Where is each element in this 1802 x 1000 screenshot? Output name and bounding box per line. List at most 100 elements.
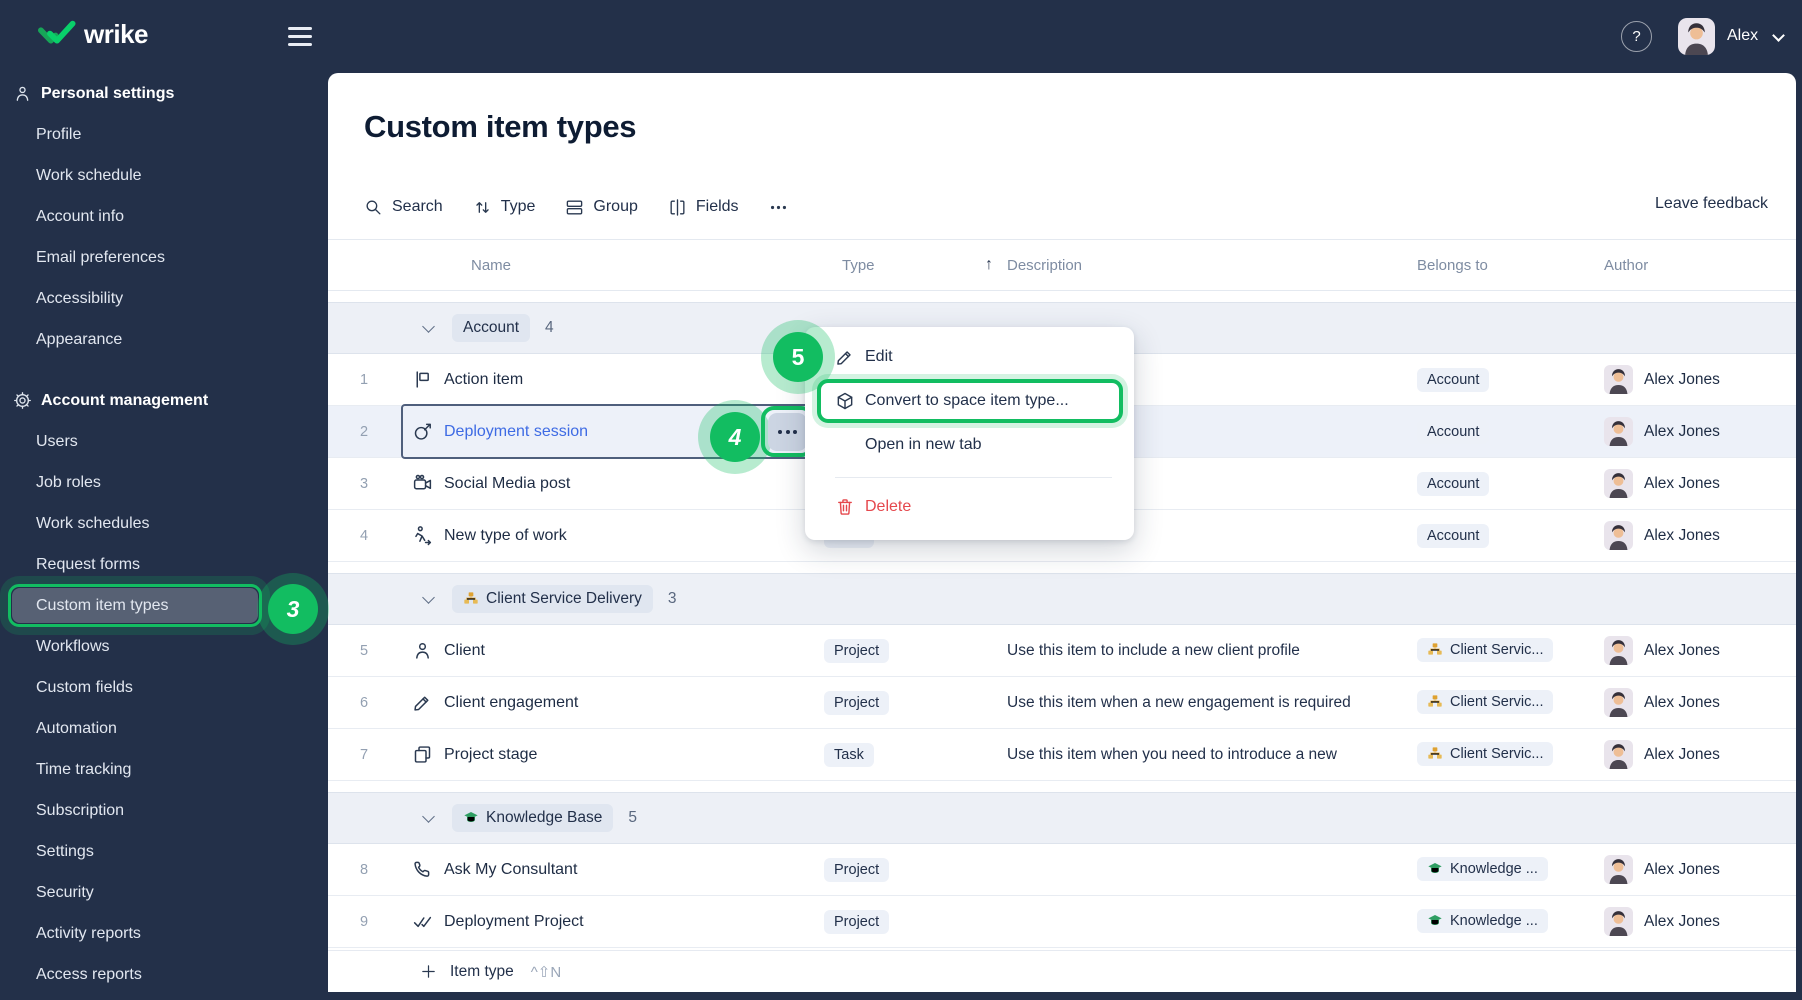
user-name[interactable]: Alex (1727, 27, 1758, 45)
badge-label: Knowledge ... (1450, 861, 1538, 877)
double-check-icon (412, 911, 433, 932)
help-icon[interactable]: ? (1621, 21, 1652, 52)
type-badge: Task (824, 742, 874, 767)
sidebar-item-users[interactable]: Users (0, 421, 328, 462)
sidebar-item-label: Account info (36, 207, 125, 225)
group-spacer (328, 562, 1796, 573)
belongs-to-badge: Knowledge ... (1417, 909, 1548, 933)
row-number: 3 (360, 475, 369, 492)
sidebar-item-label: Request forms (36, 555, 141, 573)
sidebar-item-label: Appearance (36, 330, 123, 348)
sidebar-item-automation[interactable]: Automation (0, 708, 328, 749)
sidebar-section-personal-settings[interactable]: Personal settings (0, 73, 328, 114)
table-row-client-engagement[interactable]: 6 Client engagement Project Use this item w… (328, 677, 1796, 729)
item-name[interactable]: Client (444, 642, 485, 660)
belongs-to-cell: Client Servic... (1417, 690, 1604, 715)
plus-icon (420, 963, 437, 980)
item-name[interactable]: Ask My Consultant (444, 861, 577, 879)
pencil-icon (412, 692, 433, 713)
column-header-belongs-to[interactable]: Belongs to (1417, 257, 1604, 274)
sidebar-item-appearance[interactable]: Appearance (0, 319, 328, 360)
menu-item-label: Open in new tab (865, 436, 982, 453)
menu-divider (835, 477, 1112, 478)
column-header-author[interactable]: Author (1604, 257, 1796, 274)
badge-label: Account (1427, 371, 1480, 388)
menu-item-delete[interactable]: Delete (805, 487, 1134, 527)
toolbar-label: Search (392, 198, 443, 215)
sidebar-section-label: Personal settings (41, 84, 175, 102)
group-label: Client Service Delivery (486, 590, 642, 607)
leave-feedback-link[interactable]: Leave feedback (1655, 195, 1768, 213)
toolbar-more-button[interactable] (769, 198, 788, 217)
sidebar-item-accessibility[interactable]: Accessibility (0, 278, 328, 319)
chevron-down-icon[interactable] (422, 590, 435, 604)
belongs-to-badge: Knowledge ... (1417, 857, 1548, 881)
sidebar-item-security[interactable]: Security (0, 872, 328, 913)
item-name[interactable]: New type of work (444, 527, 567, 545)
menu-item-open-in-new-tab[interactable]: Open in new tab (805, 425, 1134, 465)
sidebar-item-subscription[interactable]: Subscription (0, 790, 328, 831)
chevron-down-icon[interactable] (422, 809, 435, 823)
name-cell: Client (412, 640, 824, 661)
sidebar-item-custom-item-types[interactable]: 3 Custom item types (0, 573, 329, 645)
sidebar-item-label: Work schedules (36, 514, 150, 532)
item-name[interactable]: Deployment Project (444, 913, 584, 931)
hamburger-menu-icon[interactable] (288, 27, 312, 46)
sidebar-item-settings[interactable]: Settings (0, 831, 328, 872)
chevron-down-icon[interactable] (1772, 29, 1785, 42)
org-chart-icon (463, 591, 479, 607)
item-name[interactable]: Social Media post (444, 475, 570, 493)
add-item-type-row[interactable]: Item type ^⇧N (328, 950, 1796, 992)
sidebar-item-work-schedules[interactable]: Work schedules (0, 503, 328, 544)
group-row-knowledge-base[interactable]: Knowledge Base 5 (328, 792, 1796, 844)
toolbar-group-button[interactable]: Group (565, 198, 638, 217)
wrike-logo[interactable]: wrike (38, 19, 149, 50)
sidebar-section-account-management[interactable]: Account management (0, 380, 328, 421)
column-header-name[interactable]: Name (412, 257, 824, 274)
item-name[interactable]: Deployment session (444, 423, 588, 441)
item-name[interactable]: Project stage (444, 746, 537, 764)
table-row-project-stage[interactable]: 7 Project stage Task Use this item when you… (328, 729, 1796, 781)
group-count: 5 (628, 809, 637, 826)
sort-ascending-icon[interactable]: ↑ (985, 256, 993, 274)
chevron-down-icon[interactable] (422, 319, 435, 333)
author-cell: Alex Jones (1604, 417, 1796, 446)
user-avatar[interactable] (1678, 18, 1715, 55)
sidebar-item-time-tracking[interactable]: Time tracking (0, 749, 328, 790)
group-label: Account (463, 319, 520, 336)
author-name: Alex Jones (1644, 474, 1720, 492)
wrike-check-icon (38, 20, 76, 44)
item-name[interactable]: Action item (444, 371, 523, 389)
sidebar-item-custom-fields[interactable]: Custom fields (0, 667, 328, 708)
add-item-type-label: Item type (450, 962, 514, 980)
org-chart-icon (1427, 642, 1443, 658)
item-name[interactable]: Client engagement (444, 694, 578, 712)
sidebar-item-work-schedule[interactable]: Work schedule (0, 155, 328, 196)
toolbar-search-button[interactable]: Search (364, 198, 443, 217)
menu-item-label: Edit (865, 348, 893, 365)
toolbar-type-button[interactable]: Type (473, 198, 535, 217)
sidebar-item-profile[interactable]: Profile (0, 114, 328, 155)
belongs-to-cell: Knowledge ... (1417, 909, 1604, 934)
menu-item-convert-to-space-item-type[interactable]: Convert to space item type... (805, 379, 1134, 423)
author-avatar (1604, 855, 1633, 884)
table-row-ask-my-consultant[interactable]: 8 Ask My Consultant Project Knowledge ... Al… (328, 844, 1796, 896)
column-header-type[interactable]: Type ↑ (824, 256, 1007, 274)
sidebar-item-account-info[interactable]: Account info (0, 196, 328, 237)
sidebar-item-job-roles[interactable]: Job roles (0, 462, 328, 503)
toolbar-fields-button[interactable]: Fields (668, 198, 739, 217)
menu-item-edit[interactable]: Edit (805, 337, 1134, 377)
annotation-step-5: 5 (773, 332, 823, 382)
sidebar-item-access-reports[interactable]: Access reports (0, 954, 328, 995)
group-row-client-service-delivery[interactable]: Client Service Delivery 3 (328, 573, 1796, 625)
badge-label: Project (834, 642, 880, 659)
sidebar-item-email-preferences[interactable]: Email preferences (0, 237, 328, 278)
row-more-button[interactable] (768, 413, 807, 451)
column-header-description[interactable]: Description (1007, 257, 1417, 274)
badge-label: Client Servic... (1450, 746, 1544, 762)
description-cell: Use this item when a new engagement is r… (1007, 693, 1351, 711)
sidebar-item-activity-reports[interactable]: Activity reports (0, 913, 328, 954)
table-row-deployment-project[interactable]: 9 Deployment Project Project Knowledge ... A… (328, 896, 1796, 948)
author-avatar (1604, 417, 1633, 446)
table-row-client[interactable]: 5 Client Project Use this item to include a… (328, 625, 1796, 677)
